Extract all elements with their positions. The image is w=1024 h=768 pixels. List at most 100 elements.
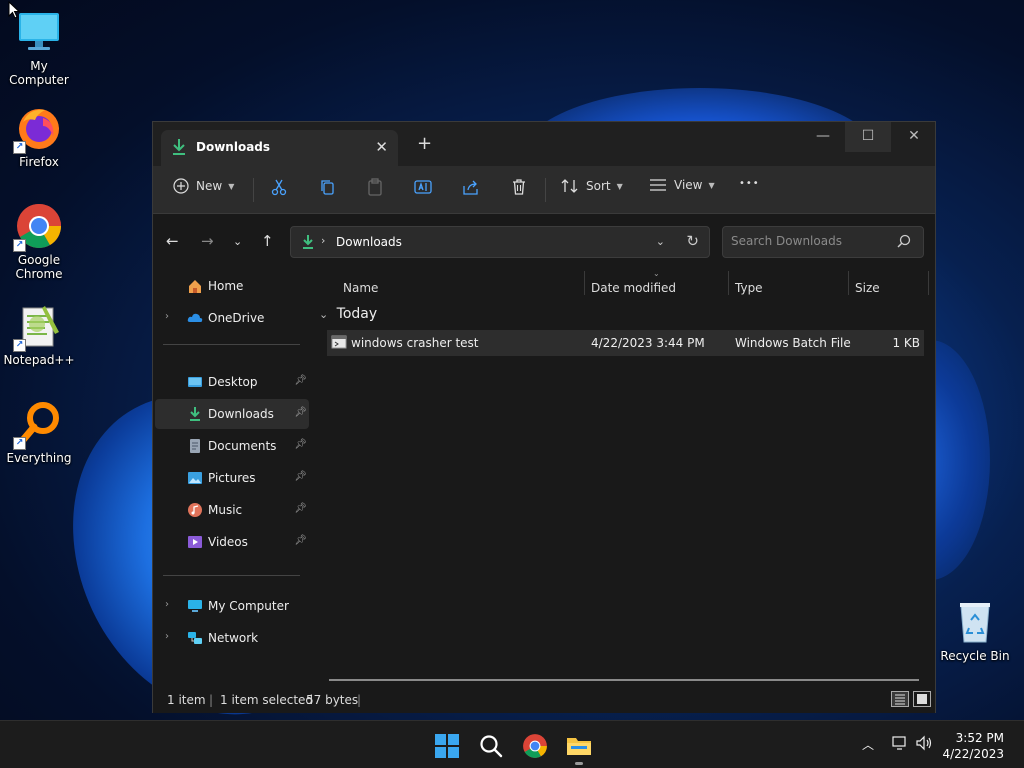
network-status-icon[interactable] <box>892 735 908 755</box>
videos-icon <box>187 534 203 550</box>
clock[interactable]: 3:52 PM 4/22/2023 <box>942 730 1004 762</box>
column-divider[interactable] <box>848 271 849 295</box>
minimize-button[interactable]: — <box>800 122 846 152</box>
monitor-icon <box>15 8 63 56</box>
sidebar-item-my-computer[interactable]: › My Computer <box>155 591 309 621</box>
mouse-cursor-icon <box>8 0 21 22</box>
taskbar-search-button[interactable] <box>478 733 504 759</box>
file-name: windows crasher test <box>351 336 479 350</box>
column-header-name[interactable]: Name <box>343 281 378 295</box>
rename-button[interactable] <box>414 178 432 196</box>
sidebar-item-videos[interactable]: Videos 📌︎ <box>155 527 309 557</box>
recycle-bin-icon <box>951 598 999 646</box>
search-icon <box>480 735 503 758</box>
more-options-button[interactable]: ••• <box>739 178 760 189</box>
sidebar-divider <box>163 344 300 345</box>
refresh-icon[interactable]: ↻ <box>686 232 699 250</box>
desktop-icon-chrome[interactable]: ↗ Google Chrome <box>0 202 78 281</box>
collapse-chevron-icon: ⌄ <box>319 308 329 321</box>
sort-button[interactable]: Sort ▼ <box>561 178 623 194</box>
taskbar-chrome[interactable] <box>522 733 548 759</box>
sort-icon <box>561 179 578 193</box>
pictures-icon <box>187 470 203 486</box>
chevron-down-icon[interactable]: ⌄ <box>656 235 665 248</box>
home-icon <box>187 278 203 294</box>
column-header-size[interactable]: Size <box>855 281 880 295</box>
command-bar: New ▼ Sort ▼ View ▼ ••• <box>153 166 935 214</box>
pin-icon: 📌︎ <box>294 503 307 514</box>
sidebar-item-music[interactable]: Music 📌︎ <box>155 495 309 525</box>
delete-button[interactable] <box>510 178 528 196</box>
column-divider[interactable] <box>728 271 729 295</box>
view-button[interactable]: View ▼ <box>649 178 715 192</box>
pin-icon: 📌︎ <box>294 375 307 386</box>
breadcrumb-downloads[interactable]: Downloads <box>336 235 402 249</box>
copy-button[interactable] <box>318 178 336 196</box>
taskbar: ︿ 3:52 PM 4/22/2023 <box>0 720 1024 768</box>
sidebar-item-home[interactable]: Home <box>155 271 309 301</box>
desktop-icon-firefox[interactable]: ↗ Firefox <box>0 104 78 169</box>
expand-chevron-icon[interactable]: › <box>165 311 169 322</box>
details-view-button[interactable] <box>891 691 909 707</box>
chrome-icon: ↗ <box>13 202 63 252</box>
file-date-modified: 4/22/2023 3:44 PM <box>591 336 705 350</box>
tiles-view-button[interactable] <box>913 691 931 707</box>
new-tab-button[interactable]: + <box>417 133 432 154</box>
notepadpp-icon: ↗ <box>13 302 63 352</box>
file-row[interactable]: windows crasher test 4/22/2023 3:44 PM W… <box>327 330 924 356</box>
tiles-view-icon <box>917 694 927 704</box>
search-input[interactable] <box>731 234 891 248</box>
column-divider[interactable] <box>928 271 929 295</box>
new-button[interactable]: New ▼ <box>173 178 234 194</box>
expand-chevron-icon[interactable]: › <box>165 631 169 642</box>
search-box[interactable] <box>722 226 924 258</box>
show-hidden-icons-chevron-icon[interactable]: ︿ <box>862 736 874 753</box>
download-icon <box>187 406 203 422</box>
back-arrow-icon[interactable]: ← <box>166 232 179 250</box>
close-tab-icon[interactable]: ✕ <box>375 138 388 156</box>
paste-button[interactable] <box>366 178 384 196</box>
desktop-icon-everything[interactable]: ↗ Everything <box>0 400 78 465</box>
firefox-icon: ↗ <box>13 104 63 154</box>
tab-downloads[interactable]: Downloads ✕ <box>161 130 398 166</box>
sidebar-divider <box>163 575 300 576</box>
file-explorer-window: Downloads ✕ + — ☐ ✕ New ▼ Sort ▼ View ▼ … <box>152 121 936 713</box>
download-icon <box>171 138 187 159</box>
sidebar-item-network[interactable]: › Network <box>155 623 309 653</box>
maximize-button[interactable]: ☐ <box>845 122 891 152</box>
computer-icon <box>187 598 203 614</box>
sidebar-item-downloads[interactable]: Downloads 📌︎ <box>155 399 309 429</box>
horizontal-scrollbar[interactable] <box>329 679 919 681</box>
share-button[interactable] <box>462 178 480 196</box>
desktop-icon-recycle-bin[interactable]: Recycle Bin <box>936 598 1014 663</box>
expand-chevron-icon[interactable]: › <box>165 599 169 610</box>
sidebar-item-pictures[interactable]: Pictures 📌︎ <box>155 463 309 493</box>
taskbar-file-explorer[interactable] <box>566 733 592 759</box>
forward-arrow-icon[interactable]: → <box>201 232 214 250</box>
group-header-today[interactable]: ⌄ Today <box>319 306 377 322</box>
sidebar-item-documents[interactable]: Documents 📌︎ <box>155 431 309 461</box>
search-icon[interactable] <box>897 234 911 251</box>
paste-icon <box>368 178 382 196</box>
status-bytes: 57 bytes <box>306 693 359 707</box>
more-options-icon: ••• <box>739 178 760 189</box>
details-view-icon <box>895 694 905 705</box>
sidebar-item-desktop[interactable]: Desktop 📌︎ <box>155 367 309 397</box>
sidebar-item-onedrive[interactable]: › OneDrive <box>155 303 309 333</box>
start-button[interactable] <box>434 733 460 759</box>
column-header-type[interactable]: Type <box>735 281 763 295</box>
close-window-button[interactable]: ✕ <box>891 122 937 152</box>
up-arrow-icon[interactable]: ↑ <box>261 232 274 250</box>
column-header-date-modified[interactable]: Date modified <box>591 281 676 295</box>
volume-icon[interactable] <box>916 735 934 755</box>
recent-locations-chevron-icon[interactable]: ⌄ <box>233 235 242 248</box>
download-icon <box>301 234 315 253</box>
column-divider[interactable] <box>584 271 585 295</box>
pin-icon: 📌︎ <box>294 535 307 546</box>
cut-button[interactable] <box>270 178 288 196</box>
everything-search-icon: ↗ <box>13 400 63 450</box>
address-bar[interactable]: › Downloads ⌄ ↻ <box>290 226 710 258</box>
chevron-down-icon: ▼ <box>708 180 715 190</box>
file-size: 1 KB <box>892 336 920 350</box>
desktop-icon-notepadpp[interactable]: ↗ Notepad++ <box>0 302 78 367</box>
